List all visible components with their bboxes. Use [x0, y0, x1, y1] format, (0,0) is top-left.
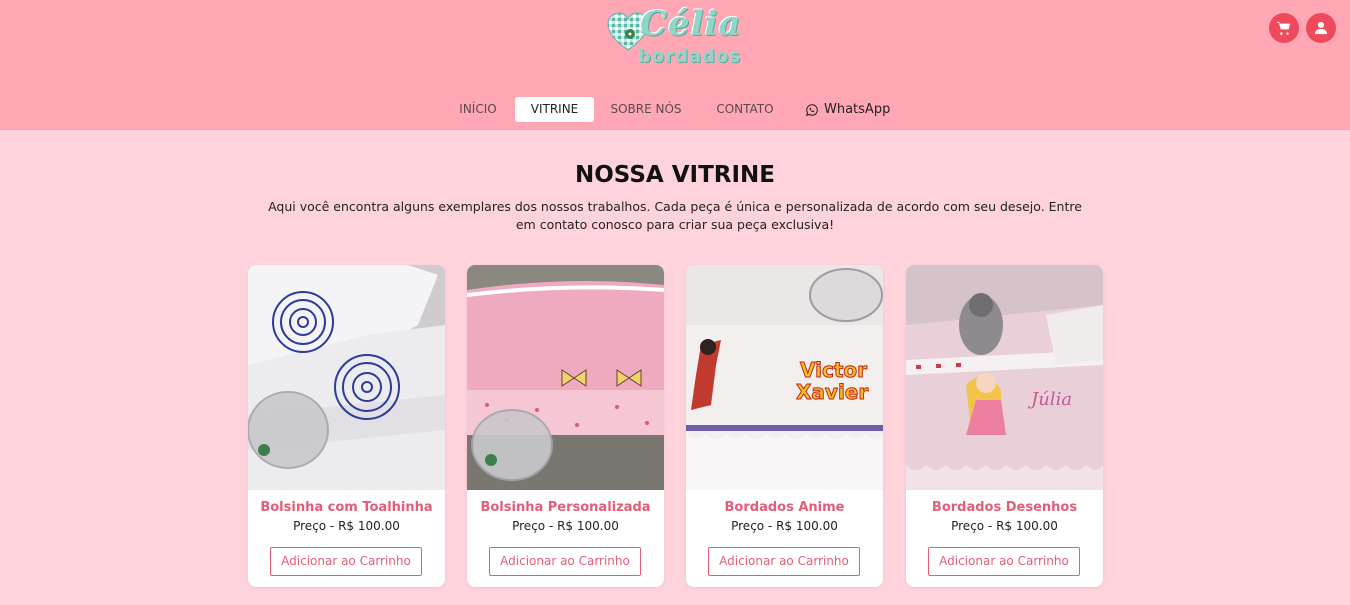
add-to-cart-button[interactable]: Adicionar ao Carrinho — [708, 547, 860, 576]
whatsapp-label: WhatsApp — [824, 102, 891, 117]
brand-logo[interactable]: Célia bordados — [606, 4, 748, 76]
product-name: Bordados Anime — [724, 500, 845, 515]
product-name: Bolsinha Personalizada — [480, 500, 651, 515]
product-image[interactable]: Júlia — [906, 265, 1103, 490]
add-to-cart-button[interactable]: Adicionar ao Carrinho — [489, 547, 641, 576]
site-header: Célia bordados INÍCIO VITRINE SOBRE NÓS … — [0, 0, 1350, 130]
product-image[interactable] — [248, 265, 445, 490]
account-button[interactable] — [1306, 13, 1336, 43]
cart-button[interactable] — [1269, 13, 1299, 43]
product-price: Preço - R$ 100.00 — [512, 519, 619, 533]
product-price: Preço - R$ 100.00 — [951, 519, 1058, 533]
logo-subtext: bordados — [638, 46, 742, 67]
add-to-cart-button[interactable]: Adicionar ao Carrinho — [270, 547, 422, 576]
product-name: Bordados Desenhos — [931, 500, 1078, 515]
product-card: Victor Xavier Bordados Anime Preço - R$ … — [686, 265, 883, 587]
page-title: NOSSA VITRINE — [575, 162, 775, 188]
image-caption-line1: Victor — [800, 358, 867, 382]
product-price: Preço - R$ 100.00 — [293, 519, 400, 533]
product-name: Bolsinha com Toalhinha — [260, 500, 433, 515]
product-card: Bolsinha Personalizada Preço - R$ 100.00… — [467, 265, 664, 587]
product-image[interactable] — [467, 265, 664, 490]
nav-contato[interactable]: CONTATO — [706, 97, 784, 122]
product-price: Preço - R$ 100.00 — [731, 519, 838, 533]
whatsapp-icon — [806, 103, 818, 116]
user-icon — [1314, 21, 1328, 35]
product-image[interactable]: Victor Xavier — [686, 265, 883, 490]
main-nav: INÍCIO VITRINE SOBRE NÓS CONTATO WhatsAp… — [0, 97, 1350, 122]
nav-inicio[interactable]: INÍCIO — [449, 97, 507, 122]
product-card: Júlia Bordados Desenhos Preço - R$ 100.0… — [906, 265, 1103, 587]
image-caption-line2: Xavier — [796, 380, 868, 404]
logo-text: Célia — [640, 4, 742, 44]
nav-vitrine[interactable]: VITRINE — [515, 97, 594, 122]
image-caption: Júlia — [1027, 389, 1072, 410]
add-to-cart-button[interactable]: Adicionar ao Carrinho — [928, 547, 1080, 576]
cart-icon — [1277, 21, 1291, 35]
nav-whatsapp[interactable]: WhatsApp — [806, 97, 896, 122]
page-subtitle: Aqui você encontra alguns exemplares dos… — [268, 199, 1082, 232]
nav-sobre-nos[interactable]: SOBRE NÓS — [603, 97, 689, 122]
product-card: Bolsinha com Toalhinha Preço - R$ 100.00… — [248, 265, 445, 587]
